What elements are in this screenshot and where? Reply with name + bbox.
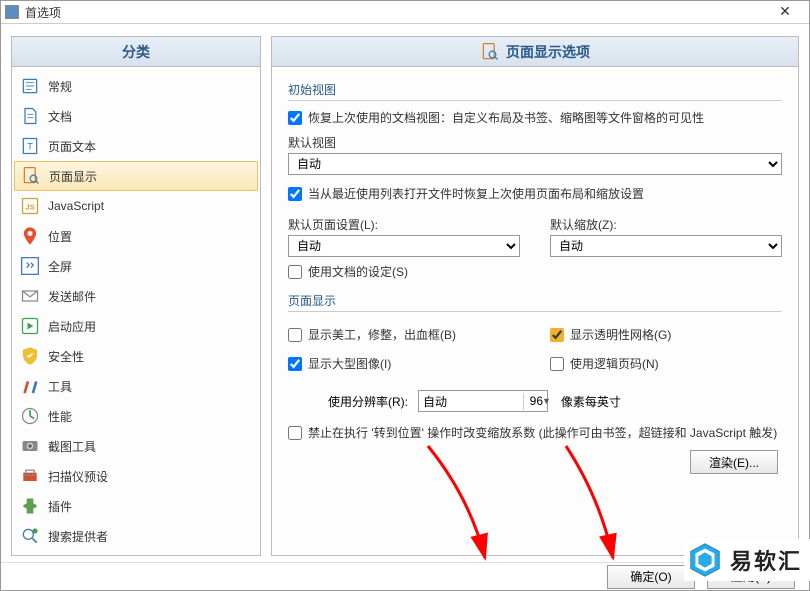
sidebar-item-label: 位置 — [48, 228, 72, 245]
sidebar-icon-14 — [20, 496, 40, 516]
sidebar-icon-4: JS — [20, 196, 40, 216]
label-restore-from-list: 当从最近使用列表打开文件时恢复上次使用页面布局和缩放设置 — [308, 185, 644, 202]
titlebar: 首选项 ✕ — [1, 1, 809, 24]
main-header-label: 页面显示选项 — [506, 42, 590, 62]
section-page-display: 页面显示 — [288, 292, 782, 312]
svg-text:T: T — [27, 141, 33, 151]
sidebar-item-3[interactable]: 页面显示 — [14, 161, 258, 191]
sidebar-item-label: 文档 — [48, 108, 72, 125]
label-show-art: 显示美工，修整，出血框(B) — [308, 326, 456, 343]
sidebar-item-4[interactable]: JS JavaScript — [14, 191, 258, 221]
label-restore-last: 恢复上次使用的文档视图：自定义布局及书签、缩略图等文件窗格的可见性 — [308, 109, 704, 126]
sidebar-item-label: 发送邮件 — [48, 288, 96, 305]
sidebar-icon-6 — [20, 256, 40, 276]
window-title: 首选项 — [25, 4, 765, 21]
resolution-dropdown-arrow[interactable]: ▼ — [542, 396, 551, 406]
sidebar-icon-7 — [20, 286, 40, 306]
sidebar-list[interactable]: 常规文档 T 页面文本页面显示 JS JavaScript 位置全屏发送邮件启动应用安全性… — [12, 67, 260, 555]
watermark-text: 易软汇 — [730, 544, 802, 576]
sidebar-item-8[interactable]: 启动应用 — [14, 311, 258, 341]
sidebar-item-label: 性能 — [48, 408, 72, 425]
sidebar-item-15[interactable]: 搜索提供者 — [14, 521, 258, 551]
sidebar-item-label: 截图工具 — [48, 438, 96, 455]
main-body: 初始视图 恢复上次使用的文档视图：自定义布局及书签、缩略图等文件窗格的可见性 默… — [272, 67, 798, 555]
label-resolution-unit: 像素每英寸 — [561, 393, 621, 410]
sidebar-item-12[interactable]: 截图工具 — [14, 431, 258, 461]
resolution-combo[interactable]: 自动 96 — [418, 390, 548, 412]
sidebar-item-11[interactable]: 性能 — [14, 401, 258, 431]
sidebar-icon-10 — [20, 376, 40, 396]
ok-button[interactable]: 确定(O) — [607, 565, 695, 589]
sidebar-item-label: 插件 — [48, 498, 72, 515]
label-prohibit-goto: 禁止在执行 '转到位置' 操作时改变缩放系数 (此操作可由书签，超链接和 Jav… — [308, 424, 777, 442]
sidebar-item-label: 安全性 — [48, 348, 84, 365]
sidebar-item-5[interactable]: 位置 — [14, 221, 258, 251]
sidebar-icon-0 — [20, 76, 40, 96]
sidebar-icon-1 — [20, 106, 40, 126]
sidebar-item-10[interactable]: 工具 — [14, 371, 258, 401]
sidebar-item-13[interactable]: 扫描仪预设 — [14, 461, 258, 491]
sidebar-icon-2: T — [20, 136, 40, 156]
sidebar-item-label: 页面显示 — [49, 168, 97, 185]
sidebar-icon-11 — [20, 406, 40, 426]
sidebar-item-label: 搜索提供者 — [48, 528, 108, 545]
sidebar-item-label: 全屏 — [48, 258, 72, 275]
checkbox-show-art[interactable] — [288, 328, 302, 342]
sidebar-item-label: 页面文本 — [48, 138, 96, 155]
sidebar-item-1[interactable]: 文档 — [14, 101, 258, 131]
sidebar-header: 分类 — [12, 37, 260, 67]
sidebar-item-label: 工具 — [48, 378, 72, 395]
label-default-zoom: 默认缩放(Z): — [550, 216, 782, 233]
sidebar-item-label: JavaScript — [48, 199, 104, 213]
label-default-view: 默认视图 — [288, 134, 782, 151]
main-panel: 页面显示选项 初始视图 恢复上次使用的文档视图：自定义布局及书签、缩略图等文件窗… — [271, 36, 799, 556]
svg-text:JS: JS — [25, 202, 34, 211]
checkbox-use-doc-settings[interactable] — [288, 265, 302, 279]
sidebar-item-2[interactable]: T 页面文本 — [14, 131, 258, 161]
sidebar-icon-15 — [20, 526, 40, 546]
resolution-value: 96 — [524, 394, 543, 408]
checkbox-show-large[interactable] — [288, 357, 302, 371]
render-button[interactable]: 渲染(E)... — [690, 450, 778, 474]
sidebar-icon-9 — [20, 346, 40, 366]
label-default-page: 默认页面设置(L): — [288, 216, 520, 233]
label-resolution: 使用分辨率(R): — [328, 393, 408, 410]
preferences-window: 首选项 ✕ 分类 常规文档 T 页面文本页面显示 JS JavaScript 位置全屏发送… — [0, 0, 810, 591]
close-button[interactable]: ✕ — [765, 1, 805, 23]
sidebar-item-label: 常规 — [48, 78, 72, 95]
sidebar-icon-3 — [21, 166, 41, 186]
sidebar-icon-8 — [20, 316, 40, 336]
sidebar-icon-12 — [20, 436, 40, 456]
sidebar-item-6[interactable]: 全屏 — [14, 251, 258, 281]
checkbox-show-trans-grid[interactable] — [550, 328, 564, 342]
sidebar: 分类 常规文档 T 页面文本页面显示 JS JavaScript 位置全屏发送邮件启动应用… — [11, 36, 261, 556]
watermark-logo-icon — [686, 541, 724, 579]
checkbox-restore-from-list[interactable] — [288, 187, 302, 201]
sidebar-item-14[interactable]: 插件 — [14, 491, 258, 521]
label-use-logical: 使用逻辑页码(N) — [570, 355, 659, 372]
select-default-view[interactable]: 自动 — [288, 153, 782, 175]
sidebar-icon-5 — [20, 226, 40, 246]
checkbox-use-logical[interactable] — [550, 357, 564, 371]
label-show-trans-grid: 显示透明性网格(G) — [570, 326, 671, 343]
sidebar-item-9[interactable]: 安全性 — [14, 341, 258, 371]
select-default-zoom[interactable]: 自动 — [550, 235, 782, 257]
label-use-doc-settings: 使用文档的设定(S) — [308, 263, 408, 280]
section-initial-view: 初始视图 — [288, 81, 782, 101]
label-show-large: 显示大型图像(I) — [308, 355, 391, 372]
sidebar-item-7[interactable]: 发送邮件 — [14, 281, 258, 311]
resolution-mode: 自动 — [423, 393, 524, 410]
checkbox-prohibit-goto[interactable] — [288, 426, 302, 440]
select-default-page[interactable]: 自动 — [288, 235, 520, 257]
sidebar-item-0[interactable]: 常规 — [14, 71, 258, 101]
sidebar-item-label: 扫描仪预设 — [48, 468, 108, 485]
sidebar-item-label: 启动应用 — [48, 318, 96, 335]
content-area: 分类 常规文档 T 页面文本页面显示 JS JavaScript 位置全屏发送邮件启动应用… — [1, 24, 809, 562]
app-icon — [5, 5, 19, 19]
main-header: 页面显示选项 — [272, 37, 798, 67]
watermark: 易软汇 — [684, 539, 810, 581]
checkbox-restore-last[interactable] — [288, 111, 302, 125]
sidebar-icon-13 — [20, 466, 40, 486]
page-magnify-icon — [480, 42, 500, 62]
